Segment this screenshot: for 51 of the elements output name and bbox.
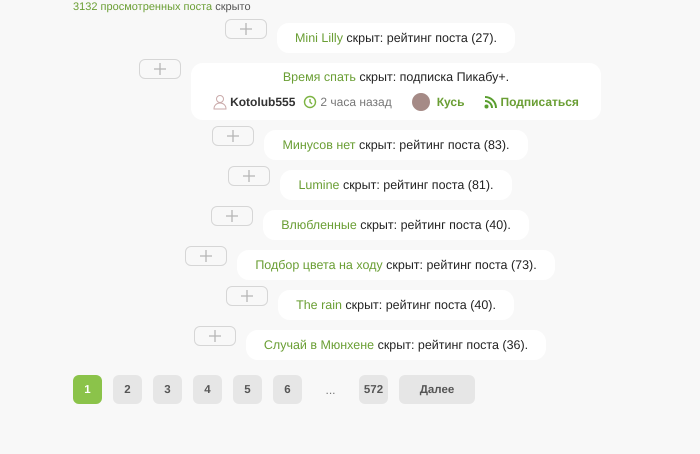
viewed-posts-link[interactable]: 3132 просмотренных поста	[73, 1, 212, 13]
post-title-link[interactable]: Lumine	[298, 178, 340, 192]
pagination-ellipsis: ...	[324, 382, 336, 396]
expand-button[interactable]	[212, 126, 254, 146]
expand-button[interactable]	[185, 246, 228, 266]
hidden-post-text: Время спать скрыт: подписка Пикабу+.	[282, 69, 510, 85]
post-title-link[interactable]: Подбор цвета на ходу	[255, 258, 383, 272]
plus-icon	[208, 330, 221, 342]
post-title-link[interactable]: Случай в Мюнхене	[264, 338, 374, 352]
page-button[interactable]: 5	[233, 375, 262, 404]
plus-icon	[241, 290, 254, 302]
page-button[interactable]: 3	[153, 375, 182, 404]
hidden-posts-summary: 3132 просмотренных поста скрыто	[73, 1, 252, 14]
clock-icon	[303, 95, 318, 109]
hidden-post-text: Подбор цвета на ходу скрыт: рейтинг поста (73).	[255, 257, 537, 273]
hidden-post-text: Mini Lilly скрыт: рейтинг поста (27).	[295, 30, 497, 46]
plus-icon	[240, 23, 252, 35]
rss-icon	[484, 96, 498, 108]
expand-button[interactable]	[139, 59, 182, 79]
expand-button[interactable]	[211, 206, 254, 226]
hidden-post-text: Влюбленные скрыт: рейтинг поста (40).	[281, 217, 511, 233]
expand-button[interactable]	[228, 166, 270, 186]
page-button[interactable]: 6	[273, 375, 302, 404]
expand-button[interactable]	[226, 286, 268, 306]
post-title-link[interactable]: The rain	[296, 298, 342, 312]
expand-button[interactable]	[225, 19, 268, 39]
community-avatar	[412, 93, 430, 111]
plus-icon	[200, 250, 212, 262]
post-title-link[interactable]: Время спать	[282, 70, 356, 84]
post-title-link[interactable]: Mini Lilly	[295, 31, 343, 45]
post-title-link[interactable]: Минусов нет	[282, 138, 356, 152]
plus-icon	[243, 170, 256, 182]
hidden-post-text: Минусов нет скрыт: рейтинг поста (83).	[282, 137, 510, 153]
hidden-post-text: The rain скрыт: рейтинг поста (40).	[296, 297, 496, 313]
page-button[interactable]: 572	[359, 375, 388, 404]
author-link[interactable]: Kotolub555	[230, 95, 296, 109]
next-button[interactable]: Далее	[399, 375, 475, 404]
avatar-icon	[213, 94, 228, 110]
expand-button[interactable]	[194, 326, 236, 346]
plus-icon	[154, 63, 166, 75]
hidden-post-text: Случай в Мюнхене скрыт: рейтинг поста (36).	[264, 337, 528, 353]
page-button[interactable]: 4	[193, 375, 222, 404]
subscribe-link[interactable]: Подписаться	[500, 95, 579, 109]
page-button[interactable]: 2	[113, 375, 142, 404]
page-button[interactable]: 1	[73, 375, 102, 404]
plus-icon	[227, 130, 240, 142]
post-time: 2 часа назад	[320, 95, 392, 109]
hidden-post-text: Lumine скрыт: рейтинг поста (81).	[298, 177, 494, 193]
post-title-link[interactable]: Влюбленные	[281, 218, 357, 232]
plus-icon	[226, 210, 238, 222]
community-link[interactable]: Кусь	[436, 95, 464, 109]
